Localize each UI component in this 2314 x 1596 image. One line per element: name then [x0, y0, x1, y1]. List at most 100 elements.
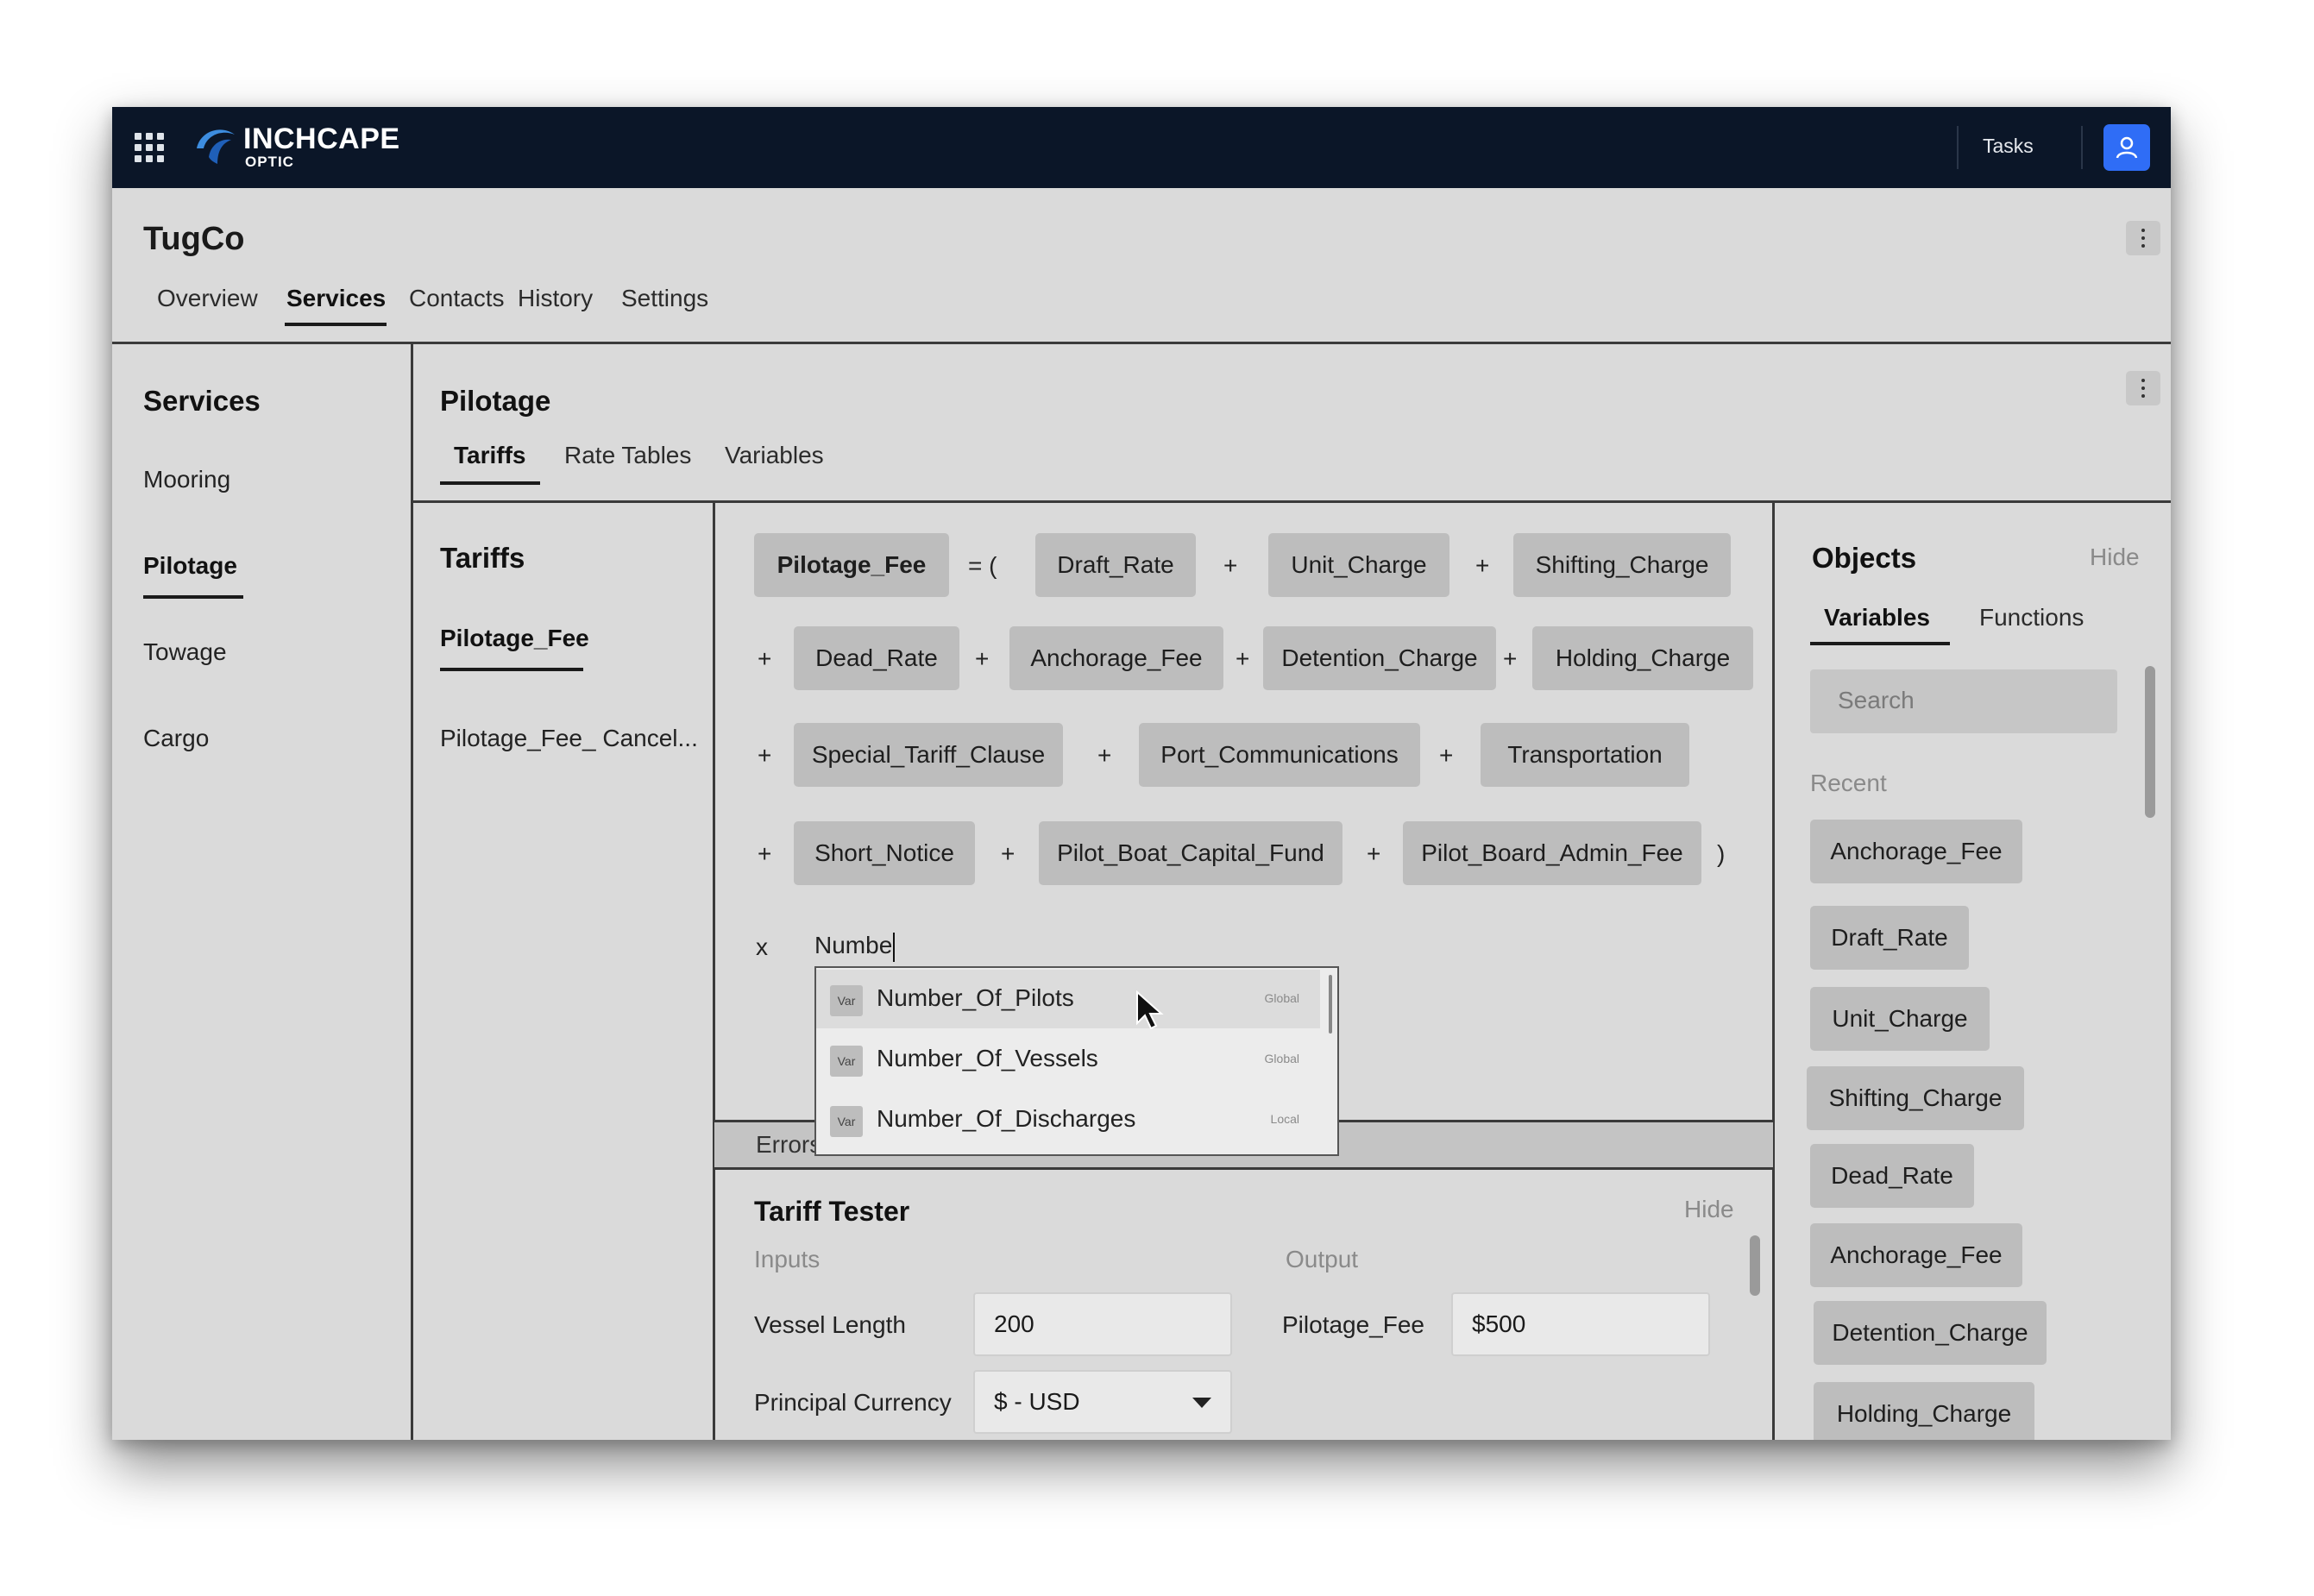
option-label: Number_Of_Pilots: [877, 984, 1074, 1011]
object-chip-anchorage-fee[interactable]: Anchorage_Fee: [1810, 820, 2022, 883]
formula-plus: +: [758, 645, 772, 672]
tariff-tester-title: Tariff Tester: [754, 1196, 910, 1227]
option-label: Number_Of_Vessels: [877, 1045, 1098, 1071]
sidebar-item-mooring[interactable]: Mooring: [143, 466, 230, 493]
formula-chip-dead-rate[interactable]: Dead_Rate: [794, 626, 959, 690]
formula-chip-unit-charge[interactable]: Unit_Charge: [1268, 533, 1449, 597]
option-scope: Global: [1264, 991, 1299, 1005]
apps-grid-icon[interactable]: [135, 133, 164, 162]
errors-label: Errors: [756, 1131, 822, 1158]
kebab-menu-icon[interactable]: [2126, 221, 2160, 255]
tab-settings[interactable]: Settings: [621, 285, 708, 312]
autocomplete-option[interactable]: Var Number_Of_Pilots Global: [816, 970, 1320, 1028]
tab-history[interactable]: History: [518, 285, 593, 312]
objects-hide-link[interactable]: Hide: [2090, 544, 2140, 571]
tasks-link[interactable]: Tasks: [1983, 135, 2034, 158]
variable-badge: Var: [830, 985, 863, 1016]
brand-logo[interactable]: INCHCAPE OPTIC: [192, 119, 399, 176]
tab-contacts[interactable]: Contacts: [409, 285, 505, 312]
currency-select[interactable]: $ - USD: [973, 1370, 1232, 1434]
formula-chip-short-notice[interactable]: Short_Notice: [794, 821, 975, 885]
inchcape-logo-icon: [197, 129, 235, 164]
output-value-field[interactable]: $500: [1451, 1292, 1710, 1356]
formula-input[interactable]: Numbe: [814, 932, 896, 962]
inputs-label: Inputs: [754, 1246, 821, 1272]
active-tab-indicator: [285, 323, 387, 326]
object-chip-shifting-charge[interactable]: Shifting_Charge: [1807, 1066, 2024, 1130]
vessel-length-label: Vessel Length: [754, 1311, 906, 1338]
object-chip-detention-charge[interactable]: Detention_Charge: [1814, 1301, 2047, 1365]
formula-plus: +: [1367, 840, 1381, 867]
sidebar-item-cargo[interactable]: Cargo: [143, 725, 209, 752]
divider: [411, 500, 2171, 503]
sidebar-item-pilotage[interactable]: Pilotage: [143, 552, 237, 580]
vessel-length-input[interactable]: 200: [973, 1292, 1232, 1356]
tab-variables[interactable]: Variables: [725, 442, 824, 469]
object-chip-dead-rate[interactable]: Dead_Rate: [1810, 1144, 1974, 1208]
dropdown-scrollbar[interactable]: [1329, 975, 1332, 1034]
sidebar-item-towage[interactable]: Towage: [143, 638, 227, 666]
kebab-menu-icon[interactable]: [2126, 371, 2160, 405]
object-chip-unit-charge[interactable]: Unit_Charge: [1810, 987, 1990, 1051]
tester-scrollbar[interactable]: [1750, 1235, 1760, 1296]
tab-objects-functions[interactable]: Functions: [1979, 604, 2084, 631]
divider: [411, 343, 413, 1440]
output-label: Output: [1286, 1246, 1359, 1272]
autocomplete-option[interactable]: Var Number_Of_Discharges Local: [816, 1090, 1320, 1149]
formula-plus: +: [1439, 742, 1454, 769]
chevron-down-icon: [1192, 1398, 1211, 1408]
formula-chip-special-tariff-clause[interactable]: Special_Tariff_Clause: [794, 723, 1063, 787]
user-profile-button[interactable]: [2103, 124, 2150, 171]
formula-chip-holding-charge[interactable]: Holding_Charge: [1532, 626, 1753, 690]
variable-badge: Var: [830, 1106, 863, 1137]
tariffs-heading: Tariffs: [440, 542, 525, 574]
formula-chip-pilotage-fee[interactable]: Pilotage_Fee: [754, 533, 949, 597]
tab-rate-tables[interactable]: Rate Tables: [564, 442, 691, 469]
tab-services[interactable]: Services: [286, 285, 386, 312]
autocomplete-option[interactable]: Var Number_Of_Vessels Global: [816, 1030, 1320, 1089]
active-item-indicator: [143, 595, 243, 599]
tab-objects-variables[interactable]: Variables: [1824, 604, 1930, 631]
active-tab-indicator: [1810, 642, 1950, 645]
formula-typed-text: Numbe: [814, 932, 893, 958]
tab-tariffs[interactable]: Tariffs: [454, 442, 526, 469]
object-chip-anchorage-fee[interactable]: Anchorage_Fee: [1810, 1223, 2022, 1287]
tariff-item-pilotage-fee[interactable]: Pilotage_Fee: [440, 625, 589, 652]
service-title: Pilotage: [440, 385, 551, 417]
formula-plus: +: [758, 742, 772, 769]
divider: [2081, 126, 2083, 169]
search-input[interactable]: Search: [1810, 669, 2117, 733]
brand-subtitle: OPTIC: [245, 154, 294, 170]
app-window: INCHCAPE OPTIC Tasks TugCo Overview Serv…: [112, 107, 2171, 1440]
user-icon: [2116, 136, 2138, 159]
tab-overview[interactable]: Overview: [157, 285, 258, 312]
formula-chip-detention-charge[interactable]: Detention_Charge: [1263, 626, 1496, 690]
tariff-item-pilotage-fee-cancel[interactable]: Pilotage_Fee_ Cancel...: [440, 725, 698, 752]
formula-chip-anchorage-fee[interactable]: Anchorage_Fee: [1009, 626, 1223, 690]
formula-plus: +: [1001, 840, 1016, 867]
object-chip-draft-rate[interactable]: Draft_Rate: [1810, 906, 1969, 970]
formula-chip-pilot-boat-capital-fund[interactable]: Pilot_Boat_Capital_Fund: [1039, 821, 1342, 885]
formula-plus: +: [1097, 742, 1112, 769]
services-heading: Services: [143, 385, 261, 417]
active-tab-indicator: [440, 481, 540, 485]
output-name-label: Pilotage_Fee: [1282, 1311, 1425, 1338]
objects-scrollbar[interactable]: [2145, 666, 2155, 818]
brand-name: INCHCAPE: [243, 123, 400, 155]
formula-close-paren: ): [1717, 840, 1726, 867]
formula-chip-transportation[interactable]: Transportation: [1481, 723, 1689, 787]
formula-chip-shifting-charge[interactable]: Shifting_Charge: [1513, 533, 1731, 597]
formula-chip-port-communications[interactable]: Port_Communications: [1139, 723, 1420, 787]
autocomplete-dropdown: Var Number_Of_Pilots Global Var Number_O…: [814, 966, 1339, 1156]
formula-plus: +: [758, 840, 772, 867]
formula-chip-draft-rate[interactable]: Draft_Rate: [1035, 533, 1196, 597]
formula-equals: = (: [968, 552, 997, 579]
mouse-pointer-icon: [1136, 990, 1164, 1030]
formula-chip-pilot-board-admin-fee[interactable]: Pilot_Board_Admin_Fee: [1403, 821, 1701, 885]
tester-hide-link[interactable]: Hide: [1684, 1196, 1734, 1223]
divider: [713, 502, 715, 1440]
divider: [1957, 126, 1959, 169]
object-chip-holding-charge[interactable]: Holding_Charge: [1814, 1382, 2034, 1440]
formula-plus: +: [1475, 552, 1490, 579]
divider: [112, 342, 2171, 344]
